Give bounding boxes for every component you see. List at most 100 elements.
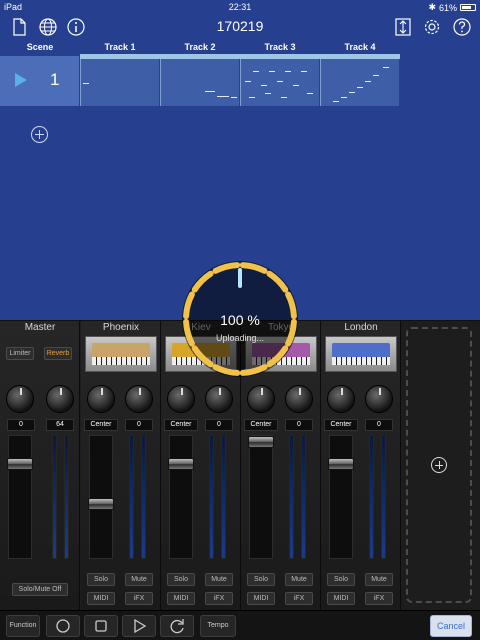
level-meter-right xyxy=(221,435,226,559)
help-icon[interactable] xyxy=(452,17,472,37)
limiter-button[interactable]: Limiter xyxy=(6,347,34,360)
strip-name: Phoenix xyxy=(102,322,140,333)
mute-button[interactable]: Mute xyxy=(125,573,153,586)
clip-track-2[interactable] xyxy=(160,59,239,106)
status-bar: iPad 22:31 ✱ 61% xyxy=(0,0,480,14)
send-value: 0 xyxy=(285,419,313,431)
midi-button[interactable]: MIDI xyxy=(167,592,195,605)
master-value-2: 64 xyxy=(46,419,74,431)
fader-handle[interactable] xyxy=(88,498,114,510)
mute-button[interactable]: Mute xyxy=(365,573,393,586)
track-2-label[interactable]: Track 2 xyxy=(160,42,240,52)
add-strip-icon[interactable] xyxy=(431,457,447,473)
add-scene-button[interactable] xyxy=(31,126,48,143)
solo-button[interactable]: Solo xyxy=(167,573,195,586)
stop-button[interactable] xyxy=(84,615,118,637)
send-value: 0 xyxy=(125,419,153,431)
mute-button[interactable]: Mute xyxy=(285,573,313,586)
send-knob[interactable] xyxy=(285,385,313,413)
mute-button[interactable]: Mute xyxy=(205,573,233,586)
instrument-thumbnail[interactable] xyxy=(85,336,157,372)
strip-phoenix: Phoenix Center 0 Solo Mute MIDI iFX xyxy=(81,321,161,611)
function-button[interactable]: Function xyxy=(6,615,40,637)
fader-handle[interactable] xyxy=(248,436,274,448)
level-meter-right xyxy=(301,435,306,559)
add-strip-panel[interactable] xyxy=(406,327,472,603)
solo-button[interactable]: Solo xyxy=(247,573,275,586)
send-knob[interactable] xyxy=(365,385,393,413)
fader-track[interactable] xyxy=(248,435,274,559)
level-meter-left xyxy=(369,435,374,559)
reverb-button[interactable]: Reverb xyxy=(44,347,72,360)
clip-track-1[interactable] xyxy=(80,59,159,106)
pan-knob[interactable] xyxy=(327,385,355,413)
scene-number: 1 xyxy=(50,70,60,89)
master-fader-handle[interactable] xyxy=(7,458,33,470)
pan-knob[interactable] xyxy=(87,385,115,413)
app-header: 170219 xyxy=(0,14,480,40)
solo-button[interactable]: Solo xyxy=(87,573,115,586)
master-meter-right xyxy=(64,435,69,559)
strip-london: London Center 0 Solo Mute MIDI iFX xyxy=(321,321,401,611)
midi-button[interactable]: MIDI xyxy=(247,592,275,605)
level-meter-right xyxy=(141,435,146,559)
midi-button[interactable]: MIDI xyxy=(87,592,115,605)
clock: 22:31 xyxy=(228,2,252,12)
track-4-label[interactable]: Track 4 xyxy=(320,42,400,52)
fader-track[interactable] xyxy=(88,435,114,559)
pan-value: Center xyxy=(324,419,358,431)
ifx-button[interactable]: iFX xyxy=(365,592,393,605)
level-meter-left xyxy=(129,435,134,559)
ifx-button[interactable]: iFX xyxy=(125,592,153,605)
pan-value: Center xyxy=(244,419,278,431)
play-button[interactable] xyxy=(122,615,156,637)
track-header: Scene Track 1 Track 2 Track 3 Track 4 xyxy=(0,40,400,54)
track-1-label[interactable]: Track 1 xyxy=(80,42,160,52)
send-value: 0 xyxy=(365,419,393,431)
fader-handle[interactable] xyxy=(168,458,194,470)
instrument-thumbnail[interactable] xyxy=(325,336,397,372)
send-value: 0 xyxy=(205,419,233,431)
pan-value: Center xyxy=(164,419,198,431)
level-meter-right xyxy=(381,435,386,559)
ifx-button[interactable]: iFX xyxy=(285,592,313,605)
fader-track[interactable] xyxy=(168,435,194,559)
pan-knob[interactable] xyxy=(167,385,195,413)
upload-progress-overlay: 100 % Uploading... xyxy=(180,259,300,379)
record-button[interactable] xyxy=(46,615,80,637)
master-knob-1[interactable] xyxy=(6,385,34,413)
loop-button[interactable] xyxy=(160,615,194,637)
scene-1-launcher[interactable]: 1 xyxy=(0,56,79,106)
midi-button[interactable]: MIDI xyxy=(327,592,355,605)
clip-track-3[interactable] xyxy=(240,59,319,106)
stop-icon xyxy=(95,620,107,632)
bluetooth-icon: ✱ xyxy=(428,2,436,12)
master-label: Master xyxy=(24,322,56,333)
progress-percent: 100 % xyxy=(220,312,260,328)
play-scene-icon[interactable] xyxy=(15,73,27,87)
tempo-button[interactable]: Tempo xyxy=(200,615,236,637)
play-icon xyxy=(134,618,147,634)
battery-area: ✱ 61% xyxy=(428,2,476,13)
master-fader-track[interactable] xyxy=(7,435,33,559)
fader-handle[interactable] xyxy=(328,458,354,470)
solo-button[interactable]: Solo xyxy=(327,573,355,586)
ifx-button[interactable]: iFX xyxy=(205,592,233,605)
send-knob[interactable] xyxy=(125,385,153,413)
gear-icon[interactable] xyxy=(422,17,442,37)
clip-track-4[interactable] xyxy=(320,59,399,106)
track-3-label[interactable]: Track 3 xyxy=(240,42,320,52)
fader-track[interactable] xyxy=(328,435,354,559)
send-knob[interactable] xyxy=(205,385,233,413)
scene-row: 1 xyxy=(0,56,400,106)
cancel-button[interactable]: Cancel xyxy=(430,615,472,637)
pan-knob[interactable] xyxy=(247,385,275,413)
master-knob-2[interactable] xyxy=(46,385,74,413)
level-meter-left xyxy=(289,435,294,559)
resize-icon[interactable] xyxy=(393,17,413,37)
record-icon xyxy=(56,619,70,633)
spinner-indicator xyxy=(238,268,242,288)
solo-mute-off-button[interactable]: Solo/Mute Off xyxy=(12,583,68,596)
strip-name: London xyxy=(344,322,378,333)
master-value-1: 0 xyxy=(7,419,35,431)
